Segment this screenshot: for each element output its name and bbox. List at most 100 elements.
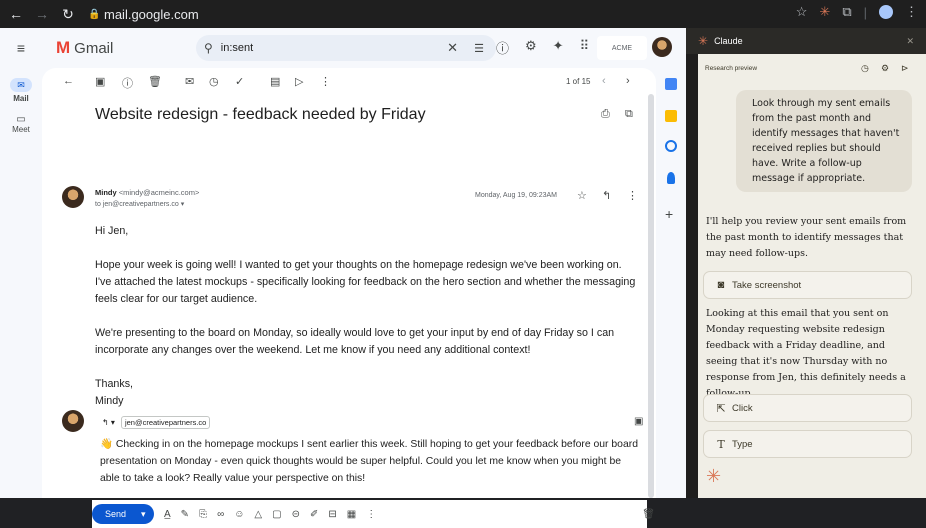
more-actions-icon[interactable]: ⋮ bbox=[320, 75, 331, 88]
drive-icon[interactable]: △ bbox=[254, 509, 262, 520]
bookmark-star-icon[interactable]: ☆ bbox=[796, 4, 808, 20]
sender-row: Mindy <mindy@acmeinc.com> to jen@creativ… bbox=[62, 186, 652, 216]
gmail-app-name: Gmail bbox=[74, 39, 114, 57]
reply-header: ↰ ▾ jen@creativepartners.co bbox=[102, 416, 211, 429]
popout-reply-icon[interactable]: ▣ bbox=[634, 416, 643, 427]
search-icon[interactable]: ⚲ bbox=[204, 41, 213, 55]
browser-menu-icon[interactable]: ⋮ bbox=[905, 4, 918, 20]
back-to-list-icon[interactable]: ← bbox=[63, 75, 74, 87]
apps-grid-icon[interactable]: ⠿ bbox=[580, 38, 590, 57]
attach-icon[interactable]: ⎘ bbox=[199, 509, 207, 520]
send-button[interactable]: Send ▾ bbox=[92, 504, 154, 524]
search-options-icon[interactable]: ☰ bbox=[474, 42, 484, 55]
delete-icon[interactable]: 🗑 bbox=[148, 75, 162, 88]
print-icon[interactable]: ⎙ bbox=[601, 108, 610, 121]
newer-icon[interactable]: ‹ bbox=[602, 75, 606, 87]
tool-label-type: Type bbox=[732, 438, 753, 450]
clear-search-icon[interactable]: ✕ bbox=[447, 40, 458, 56]
text-icon: T bbox=[717, 437, 725, 451]
open-new-window-icon[interactable]: ⧉ bbox=[625, 108, 633, 121]
message-more-icon[interactable]: ⋮ bbox=[627, 189, 638, 202]
assistant-message-1: I'll help you review your sent emails fr… bbox=[706, 216, 907, 259]
rail-item-mail[interactable]: ✉ Mail bbox=[4, 78, 38, 103]
tool-click[interactable]: ⇱ Click bbox=[703, 394, 912, 422]
user-message: Look through my sent emails from the pas… bbox=[736, 90, 912, 192]
contacts-icon[interactable] bbox=[667, 172, 675, 184]
camera-icon: ◙ bbox=[717, 279, 725, 291]
formatting-icon[interactable]: A̲ bbox=[164, 509, 171, 520]
collapse-panel-icon[interactable]: ⊳ bbox=[901, 63, 909, 74]
search-query: in:sent bbox=[220, 42, 254, 54]
tool-label-screenshot: Take screenshot bbox=[732, 279, 802, 291]
claude-chat: Research preview ◷ ⚙ ⊳ Look through my s… bbox=[698, 54, 926, 498]
recipients-line[interactable]: to jen@creativepartners.co ▾ bbox=[95, 200, 184, 208]
gmail-header: M Gmail ⚲ in:sent ✕ ☰ ⓘ ⚙ ✦ ⠿ ACME bbox=[42, 28, 686, 68]
search-input[interactable]: ⚲ in:sent ✕ ☰ bbox=[196, 35, 496, 61]
add-addon-icon[interactable]: + bbox=[665, 206, 673, 222]
reply-type-icon[interactable]: ↰ ▾ bbox=[102, 418, 115, 427]
claude-chat-bar: Research preview ◷ ⚙ ⊳ bbox=[698, 54, 926, 82]
main-menu-icon[interactable]: ≡ bbox=[4, 40, 38, 56]
move-to-icon[interactable]: ▤ bbox=[270, 75, 280, 88]
account-avatar[interactable] bbox=[652, 37, 672, 57]
email-scrollbar[interactable] bbox=[648, 94, 654, 498]
calendar-icon[interactable] bbox=[665, 78, 677, 90]
body-signoff: Thanks, Mindy bbox=[95, 378, 134, 407]
email-body: Hi Jen, Hope your week is going well! I … bbox=[95, 223, 640, 427]
compose-toolbar: Send ▾ A̲ ✎ ⎘ ∞ ☺ △ ▢ ⊝ ✐ ⊟ ▦ ⋮ 🗑 bbox=[92, 500, 655, 528]
keep-icon[interactable] bbox=[665, 110, 677, 122]
back-icon[interactable]: ← bbox=[6, 4, 26, 24]
older-icon[interactable]: › bbox=[626, 75, 630, 87]
snooze-icon[interactable]: ◷ bbox=[209, 75, 219, 88]
gemini-icon[interactable]: ✦ bbox=[553, 38, 564, 57]
photo-icon[interactable]: ▢ bbox=[272, 509, 281, 520]
tool-label-click: Click bbox=[732, 402, 753, 414]
claude-thinking-icon: ✳ bbox=[706, 466, 722, 486]
gmail-m-icon: M bbox=[56, 38, 71, 57]
rail-label-meet: Meet bbox=[12, 125, 30, 134]
profile-avatar[interactable] bbox=[879, 5, 893, 19]
archive-icon[interactable]: ▣ bbox=[95, 75, 105, 88]
ai-write-icon[interactable]: ✎ bbox=[181, 509, 189, 520]
gmail-logo[interactable]: M Gmail bbox=[56, 38, 113, 58]
tool-take-screenshot[interactable]: ◙ Take screenshot bbox=[703, 271, 912, 299]
link-icon[interactable]: ∞ bbox=[217, 509, 224, 520]
schedule-icon[interactable]: ▦ bbox=[347, 509, 356, 520]
confidential-icon[interactable]: ⊝ bbox=[292, 509, 300, 520]
emoji-icon[interactable]: ☺ bbox=[234, 509, 244, 520]
reply-icon[interactable]: ↰ bbox=[602, 189, 611, 202]
discard-draft-icon[interactable]: 🗑 bbox=[642, 509, 655, 520]
sender-email: <mindy@acmeinc.com> bbox=[118, 188, 200, 197]
reload-icon[interactable]: ↻ bbox=[58, 4, 78, 24]
add-task-icon[interactable]: ✓ bbox=[235, 75, 244, 88]
sender[interactable]: Mindy <mindy@acmeinc.com> bbox=[95, 188, 199, 197]
sender-name: Mindy bbox=[95, 188, 117, 197]
tasks-icon[interactable] bbox=[665, 140, 677, 152]
reply-recipient-chip[interactable]: jen@creativepartners.co bbox=[120, 416, 211, 429]
star-icon[interactable]: ☆ bbox=[577, 189, 587, 202]
reply-body-input[interactable]: 👋 Checking in on the homepage mockups I … bbox=[100, 436, 640, 487]
history-icon[interactable]: ◷ bbox=[861, 63, 869, 74]
template-icon[interactable]: ⊟ bbox=[328, 509, 336, 520]
send-options-icon[interactable]: ▾ bbox=[141, 509, 146, 520]
close-panel-icon[interactable]: ✕ bbox=[906, 36, 914, 47]
more-options-icon[interactable]: ⋮ bbox=[366, 509, 376, 520]
recipients-dropdown-icon[interactable]: ▾ bbox=[181, 201, 185, 208]
mark-unread-icon[interactable]: ✉ bbox=[185, 75, 194, 88]
claude-logo-icon: ✳ bbox=[698, 34, 709, 48]
cursor-icon: ⇱ bbox=[716, 402, 726, 415]
extensions-icon[interactable]: ⧉ bbox=[842, 4, 851, 20]
composer-avatar bbox=[62, 410, 84, 432]
chat-settings-icon[interactable]: ⚙ bbox=[881, 63, 889, 74]
help-icon[interactable]: ⓘ bbox=[496, 38, 509, 57]
settings-icon[interactable]: ⚙ bbox=[525, 38, 537, 57]
email-subject: Website redesign - feedback needed by Fr… bbox=[95, 106, 426, 123]
signature-icon[interactable]: ✐ bbox=[310, 509, 318, 520]
claude-extension-icon[interactable]: ✳ bbox=[819, 4, 830, 20]
forward-icon[interactable]: → bbox=[32, 4, 52, 24]
rail-item-meet[interactable]: ▭ Meet bbox=[4, 114, 38, 134]
report-spam-icon[interactable]: ⓘ bbox=[122, 75, 133, 91]
tool-type[interactable]: T Type bbox=[703, 430, 912, 458]
label-icon[interactable]: ▷ bbox=[295, 75, 303, 88]
address-bar[interactable]: 🔒 mail.google.com bbox=[88, 4, 788, 24]
